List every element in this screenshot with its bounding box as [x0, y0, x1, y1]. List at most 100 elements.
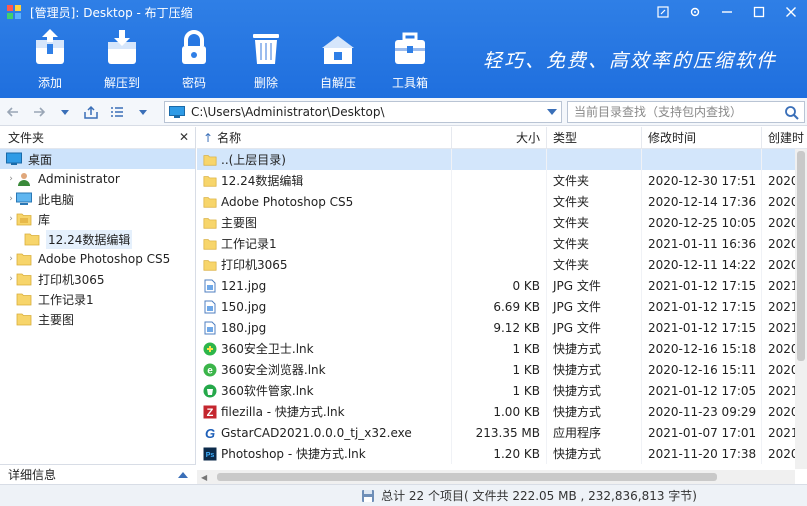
self-extract-button[interactable]: 自解压 — [302, 26, 374, 91]
vertical-scrollbar[interactable] — [795, 149, 807, 469]
expand-arrow-icon[interactable]: › — [6, 254, 16, 264]
table-row[interactable]: G GstarCAD2021.0.0.0_tj_x32.exe 213.35 MB 应… — [197, 422, 807, 443]
cell-name: G GstarCAD2021.0.0.0_tj_x32.exe — [197, 422, 452, 443]
folder-icon — [16, 272, 32, 286]
settings-button[interactable] — [679, 0, 711, 24]
vertical-scroll-thumb[interactable] — [797, 151, 805, 361]
horizontal-scroll-thumb[interactable] — [217, 473, 717, 481]
tree-item[interactable]: 工作记录1 — [0, 289, 195, 309]
cell-name: Zfilezilla - 快捷方式.lnk — [197, 401, 452, 422]
cell-name: 180.jpg — [197, 317, 452, 338]
tree-item[interactable]: › 打印机3065 — [0, 269, 195, 289]
folder-icon — [203, 174, 217, 188]
delete-button[interactable]: 删除 — [230, 26, 302, 91]
caret-down-icon[interactable] — [547, 108, 557, 116]
tree-item[interactable]: 12.24数据编辑 — [0, 229, 195, 249]
table-row[interactable]: 工作记录1 文件夹 2021-01-11 16:36 2020 — [197, 233, 807, 254]
column-header-created[interactable]: 创建时 — [762, 127, 807, 148]
caret-up-icon[interactable] — [178, 471, 188, 479]
horizontal-scrollbar[interactable]: ◀ — [197, 470, 795, 484]
360-browser-icon: e — [203, 363, 217, 377]
table-row[interactable]: Adobe Photoshop CS5 文件夹 2020-12-14 17:36 20… — [197, 191, 807, 212]
cell-type: 文件夹 — [547, 212, 642, 233]
table-row[interactable]: 180.jpg 9.12 KB JPG 文件 2021-01-12 17:15 2021 — [197, 317, 807, 338]
table-row[interactable]: ..(上层目录) — [197, 149, 807, 170]
tree-item[interactable]: 桌面 — [0, 149, 195, 169]
cell-type: 文件夹 — [547, 233, 642, 254]
expand-arrow-icon[interactable]: › — [6, 214, 16, 224]
cell-modified: 2020-12-16 15:11 — [642, 359, 762, 380]
table-row[interactable]: 360软件管家.lnk 1 KB 快捷方式 2021-01-12 17:05 2021 — [197, 380, 807, 401]
address-bar[interactable]: C:\Users\Administrator\Desktop\ — [164, 101, 562, 123]
tree-item[interactable]: › Adobe Photoshop CS5 — [0, 249, 195, 269]
maximize-button[interactable] — [743, 0, 775, 24]
tree-item[interactable]: › 库 — [0, 209, 195, 229]
expand-arrow-icon[interactable]: › — [6, 174, 16, 184]
expand-arrow-icon[interactable]: › — [6, 194, 16, 204]
tree-item[interactable]: 主要图 — [0, 309, 195, 329]
expand-arrow-icon[interactable]: › — [6, 274, 16, 284]
forward-button[interactable] — [26, 100, 52, 124]
self-extract-label: 自解压 — [319, 76, 356, 90]
svg-text:Ps: Ps — [206, 452, 215, 459]
search-input[interactable] — [574, 105, 774, 119]
maximize-icon — [753, 6, 765, 18]
cell-name: e 360安全浏览器.lnk — [197, 359, 452, 380]
scroll-left-icon[interactable]: ◀ — [201, 473, 207, 482]
table-row[interactable]: Ps Photoshop - 快捷方式.lnk 1.20 KB 快捷方式 2021-11… — [197, 443, 807, 464]
column-header-name[interactable]: ↑ 名称 — [197, 127, 452, 148]
file-name: 工作记录1 — [221, 237, 277, 251]
edit-window-button[interactable] — [647, 0, 679, 24]
folder-tree: 桌面 › Administrator › 此电脑 › 库 12.24数据编辑 › Adobe Ph… — [0, 149, 195, 329]
folder-icon — [203, 237, 217, 251]
add-button[interactable]: 添加 — [14, 26, 86, 91]
file-name: 360安全浏览器.lnk — [221, 363, 326, 377]
search-icon[interactable] — [784, 105, 800, 121]
detail-info-label: 详细信息 — [8, 468, 57, 482]
up-folder-icon — [84, 105, 98, 119]
table-row[interactable]: 12.24数据编辑 文件夹 2020-12-30 17:51 2020 — [197, 170, 807, 191]
caret-down-icon — [139, 109, 147, 115]
history-dropdown[interactable] — [52, 100, 78, 124]
table-row[interactable]: 121.jpg 0 KB JPG 文件 2021-01-12 17:15 2021 — [197, 275, 807, 296]
cell-size — [452, 191, 547, 212]
table-row[interactable]: Zfilezilla - 快捷方式.lnk 1.00 KB 快捷方式 2020-11-… — [197, 401, 807, 422]
column-header-modified[interactable]: 修改时间 — [642, 127, 762, 148]
cell-modified: 2020-12-25 10:05 — [642, 212, 762, 233]
view-mode-button[interactable] — [104, 100, 130, 124]
cell-size — [452, 170, 547, 191]
cell-type: 文件夹 — [547, 170, 642, 191]
minimize-icon — [722, 11, 732, 13]
tree-item-label: 此电脑 — [38, 192, 75, 207]
table-row[interactable]: 150.jpg 6.69 KB JPG 文件 2021-01-12 17:15 2021 — [197, 296, 807, 317]
toolbox-button[interactable]: 工具箱 — [374, 26, 446, 91]
list-view-icon — [111, 106, 123, 117]
detail-info-bar[interactable]: 详细信息 — [0, 464, 196, 484]
column-header-size[interactable]: 大小 — [452, 127, 547, 148]
table-row[interactable]: 打印机3065 文件夹 2020-12-11 14:22 2020 — [197, 254, 807, 275]
table-row[interactable]: e 360安全浏览器.lnk 1 KB 快捷方式 2020-12-16 15:11 202… — [197, 359, 807, 380]
cell-modified: 2021-01-11 16:36 — [642, 233, 762, 254]
up-level-button[interactable] — [78, 100, 104, 124]
cell-name: Ps Photoshop - 快捷方式.lnk — [197, 443, 452, 464]
tree-item-label: 打印机3065 — [38, 272, 105, 287]
tree-item[interactable]: › 此电脑 — [0, 189, 195, 209]
folder-icon — [203, 216, 217, 230]
cell-name: 121.jpg — [197, 275, 452, 296]
status-bar: 总计 22 个项目( 文件共 222.05 MB , 232,836,813 字… — [0, 484, 807, 506]
table-row[interactable]: 360安全卫士.lnk 1 KB 快捷方式 2020-12-16 15:18 2020 — [197, 338, 807, 359]
close-panel-icon[interactable]: ✕ — [179, 130, 189, 144]
back-button[interactable] — [0, 100, 26, 124]
view-mode-dropdown[interactable] — [130, 100, 156, 124]
minimize-button[interactable] — [711, 0, 743, 24]
svg-text:Z: Z — [207, 407, 214, 419]
password-button[interactable]: 密码 — [158, 26, 230, 91]
main-toolbar: 添加 解压到 密码 删除 自解压 工具箱 — [14, 26, 446, 91]
table-row[interactable]: 主要图 文件夹 2020-12-25 10:05 2020 — [197, 212, 807, 233]
cell-type: 快捷方式 — [547, 401, 642, 422]
column-header-type[interactable]: 类型 — [547, 127, 642, 148]
tree-item[interactable]: › Administrator — [0, 169, 195, 189]
folder-icon — [16, 292, 32, 306]
extract-button[interactable]: 解压到 — [86, 26, 158, 91]
close-button[interactable] — [775, 0, 807, 24]
